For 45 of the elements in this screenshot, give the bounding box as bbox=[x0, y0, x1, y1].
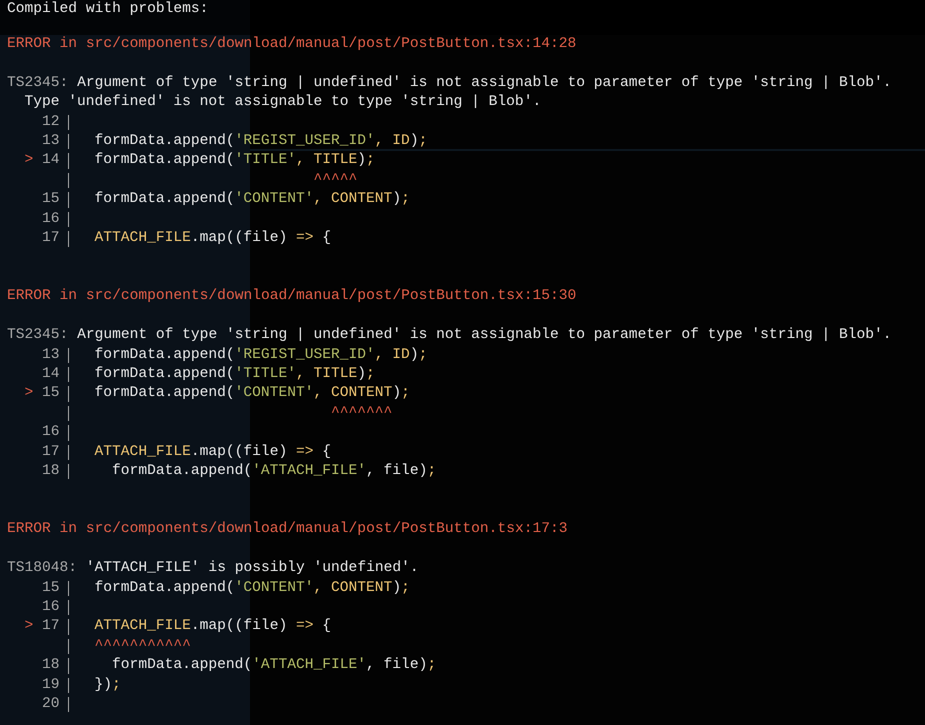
error-pointer: ^^^^^^^ bbox=[330, 404, 392, 423]
error-message: Type 'undefined' is not assignable to type 'string | Blob'. bbox=[24, 94, 542, 110]
line-number: 16 bbox=[41, 423, 60, 442]
line-marker: > bbox=[24, 152, 34, 168]
line-number: 13 bbox=[41, 346, 60, 365]
line-number: 20 bbox=[41, 694, 60, 714]
code-line: formData.append('ATTACH_FILE', file); bbox=[111, 462, 436, 482]
line-number: 12 bbox=[41, 112, 60, 132]
line-number: 17 bbox=[41, 442, 60, 462]
error-message: TS2345: Argument of type 'string | undefined' is not assignable to parameter of type 'string | Blob'. bbox=[7, 74, 892, 91]
overlay-title: Compiled with problems: bbox=[7, 0, 208, 19]
line-marker: > bbox=[24, 618, 34, 634]
line-marker: > bbox=[24, 385, 34, 402]
code-line: formData.append('ATTACH_FILE', file); bbox=[111, 656, 436, 676]
code-line: ATTACH_FILE.map((file) => { bbox=[94, 229, 331, 248]
code-line: formData.append('CONTENT', CONTENT); bbox=[94, 384, 410, 404]
line-number: 15 bbox=[41, 384, 60, 404]
line-number: 15 bbox=[41, 578, 60, 598]
code-line: formData.append('CONTENT', CONTENT); bbox=[94, 190, 410, 210]
code-line: formData.append('CONTENT', CONTENT); bbox=[94, 578, 410, 598]
line-number: 14 bbox=[41, 365, 60, 384]
code-line: }); bbox=[94, 676, 121, 695]
error-message: TS2345: Argument of type 'string | undefined' is not assignable to parameter of type 'string | Blob'. bbox=[7, 327, 892, 344]
error-pointer: ^^^^^ bbox=[313, 170, 358, 190]
line-number: 19 bbox=[41, 676, 60, 695]
code-line: formData.append('TITLE', TITLE); bbox=[94, 365, 375, 384]
code-line: ATTACH_FILE.map((file) => { bbox=[94, 617, 331, 636]
error-location: ERROR in src/components/download/manual/post/PostButton.tsx:14:28 bbox=[7, 35, 576, 54]
line-number: 15 bbox=[41, 190, 60, 210]
code-line: ATTACH_FILE.map((file) => { bbox=[94, 442, 331, 462]
line-number: 17 bbox=[41, 229, 60, 248]
line-number: 17 bbox=[41, 617, 60, 636]
error-message: TS18048: 'ATTACH_FILE' is possibly 'undefined'. bbox=[7, 560, 419, 576]
code-line: formData.append('REGIST_USER_ID', ID); bbox=[94, 132, 428, 152]
line-number: 18 bbox=[41, 462, 60, 482]
error-location: ERROR in src/components/download/manual/post/PostButton.tsx:15:30 bbox=[7, 287, 576, 306]
line-number: 18 bbox=[41, 656, 60, 676]
line-number: 13 bbox=[41, 132, 60, 152]
line-number: 16 bbox=[41, 210, 60, 229]
error-pointer: ^^^^^^^^^^^ bbox=[94, 636, 191, 656]
error-location: ERROR in src/components/download/manual/post/PostButton.tsx:17:3 bbox=[7, 520, 568, 540]
code-line: formData.append('TITLE', TITLE); bbox=[94, 151, 375, 170]
code-line: formData.append('REGIST_USER_ID', ID); bbox=[94, 346, 428, 365]
line-number: 14 bbox=[41, 151, 60, 170]
line-number: 16 bbox=[41, 598, 60, 617]
